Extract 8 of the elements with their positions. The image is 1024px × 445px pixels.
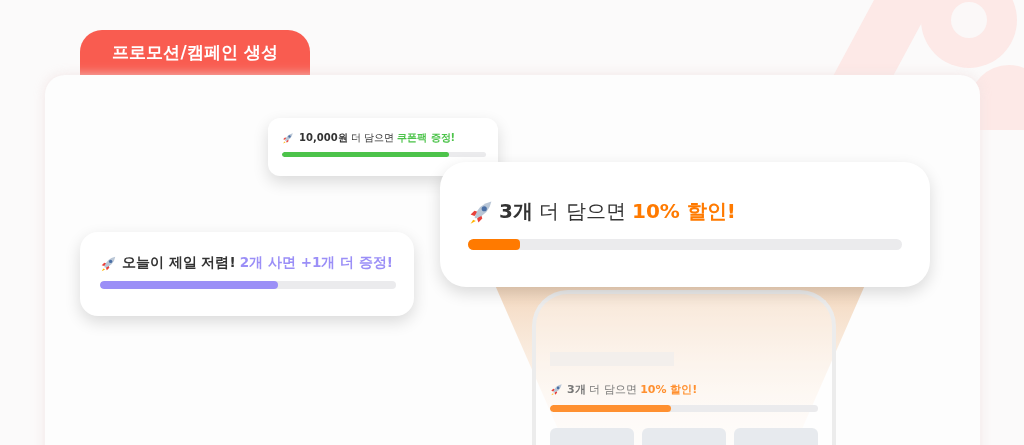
promo-text: 10,000원 더 담으면 쿠폰팩 증정! xyxy=(299,131,456,145)
promo-text: 오늘이 제일 저렴! 2개 사면 +1개 더 증정! xyxy=(122,254,393,272)
rocket-icon xyxy=(100,254,117,272)
promo-text: 3개 더 담으면 10% 할인! xyxy=(567,382,698,397)
section-tab[interactable]: 프로모션/캠페인 생성 xyxy=(80,30,310,75)
promo-text: 3개 더 담으면 10% 할인! xyxy=(499,198,736,225)
rocket-icon xyxy=(282,132,294,144)
rocket-icon xyxy=(550,383,563,396)
